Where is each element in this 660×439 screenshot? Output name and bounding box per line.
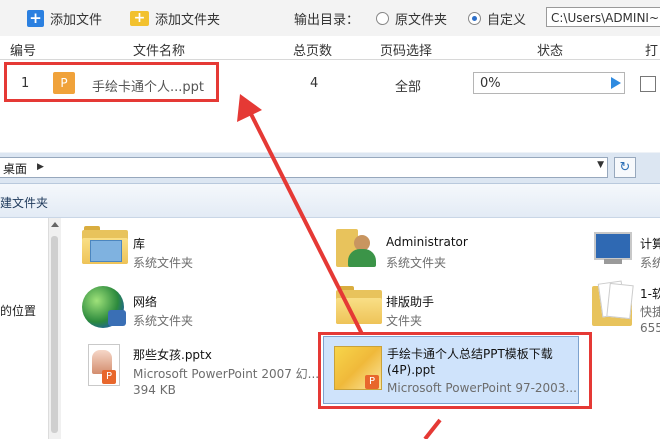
address-bar: 桌面 ▶ ▼ ↻ [0,153,660,184]
item-name[interactable]: Administrator [386,235,468,249]
navigation-pane: 的位置 [0,218,48,439]
add-file-icon: + [27,9,44,27]
item-type: 快捷 [640,305,660,319]
radio-icon [376,11,389,25]
network-globe-icon[interactable] [82,286,126,328]
user-folder-icon[interactable] [336,229,380,267]
item-name[interactable]: 计算 [640,235,660,252]
library-folder-icon[interactable] [82,226,128,264]
refresh-icon[interactable]: ↻ [614,157,636,178]
nav-item-locations[interactable]: 的位置 [0,302,36,319]
item-name[interactable]: 库 [133,235,145,252]
add-folder-button[interactable]: + 添加文件夹 [130,8,220,28]
item-size: 655 [640,321,660,335]
item-type: 文件夹 [386,314,423,328]
output-path-input[interactable]: C:\Users\ADMINI~ [546,7,660,27]
item-size: 394 KB [133,383,176,397]
col-index: 编号 [10,44,37,59]
radio-original-folder[interactable]: 原文件夹 [376,8,447,28]
pptx-file-icon[interactable]: P [82,344,122,390]
col-status: 状态 [537,44,564,59]
highlight-box-selected-file [318,332,592,409]
highlight-box-file-row [4,62,219,102]
toolbar: + 添加文件 + 添加文件夹 输出目录： 原文件夹 自定义 C:\Users\A… [0,0,660,36]
col-filename: 文件名称 [133,44,186,59]
table-header: 编号 文件名称 总页数 页码选择 状态 打 [0,37,660,60]
breadcrumb-arrow-icon[interactable]: ▶ [37,162,44,172]
documents-folder-icon[interactable] [592,280,636,326]
item-name[interactable]: 那些女孩.pptx [133,346,212,363]
add-file-button[interactable]: + 添加文件 [27,8,102,28]
list-empty-area [0,110,660,152]
play-icon[interactable] [611,77,621,89]
new-folder-button[interactable]: 建文件夹 [0,194,48,211]
item-name[interactable]: 网络 [133,293,157,310]
command-bar: 建文件夹 [0,184,660,218]
item-type: Microsoft PowerPoint 2007 幻... [133,367,320,381]
col-page-selection: 页码选择 [380,44,433,59]
radio-custom-folder[interactable]: 自定义 [468,8,526,28]
col-pages: 总页数 [293,44,333,59]
add-folder-icon: + [130,10,149,26]
add-file-label: 添加文件 [50,12,103,28]
item-name[interactable]: 排版助手 [386,293,434,310]
col-print: 打 [645,44,659,59]
radio-custom-label: 自定义 [487,12,527,28]
item-type: 系统文件夹 [133,256,194,270]
item-type: 系统 [640,256,660,270]
address-input[interactable]: 桌面 ▶ ▼ [0,157,608,178]
item-type: 系统文件夹 [133,314,194,328]
scroll-up-icon[interactable] [51,222,59,227]
folder-icon[interactable] [336,286,382,324]
item-name[interactable]: 1-软 [640,285,660,302]
row-pages: 4 [310,76,319,91]
print-checkbox[interactable] [640,76,656,92]
radio-original-label: 原文件夹 [395,12,448,28]
scroll-thumb[interactable] [51,236,58,433]
output-dir-label: 输出目录： [294,12,360,28]
add-folder-label: 添加文件夹 [155,12,221,28]
progress-text: 0% [480,76,501,91]
computer-icon[interactable] [594,232,632,266]
address-text: 桌面 [3,162,28,176]
address-dropdown-icon[interactable]: ▼ [597,160,604,170]
progress-bar: 0% [473,72,625,94]
row-page-selection[interactable]: 全部 [395,76,421,95]
nav-scrollbar[interactable] [48,218,61,439]
item-type: 系统文件夹 [386,256,447,270]
radio-selected-icon [468,11,481,25]
